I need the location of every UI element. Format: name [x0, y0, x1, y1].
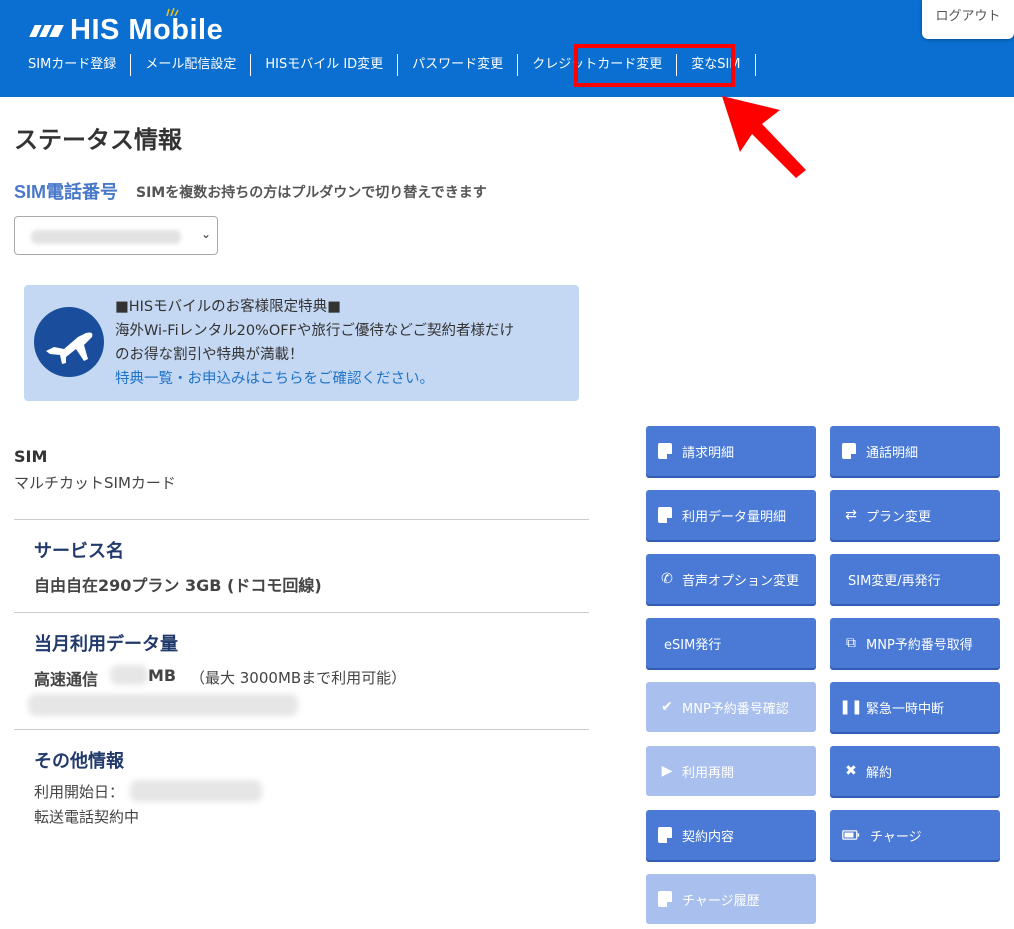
logout-button[interactable]: ログアウト — [922, 0, 1014, 39]
doc-icon — [658, 891, 672, 907]
nav-id-change[interactable]: HISモバイル ID変更 — [251, 54, 399, 76]
promo-banner: ■HISモバイルのお客様限定特典■ 海外Wi-Fiレンタル20%OFFや旅行ご優… — [24, 285, 579, 401]
mnp-number-confirm-button[interactable]: ✔ MNP予約番号確認 — [646, 682, 816, 732]
share-icon: ⧉ — [846, 635, 856, 651]
divider — [14, 729, 589, 730]
usage-unit: MB — [148, 666, 177, 685]
plan-change-button[interactable]: ⇄ プラン変更 — [830, 490, 1000, 540]
highlight-box — [574, 44, 735, 87]
sim-change-button[interactable]: SIM変更/再発行 — [830, 554, 1000, 604]
service-title: サービス名 — [34, 541, 124, 561]
phone-icon: ✆ — [661, 571, 673, 587]
sim-title: SIM — [14, 447, 48, 466]
emergency-suspend-button[interactable]: ❚❚ 緊急一時中断 — [830, 682, 1000, 732]
charge-button[interactable]: チャージ — [830, 810, 1000, 860]
sim-number-note: SIMを複数お持ちの方はプルダウンで切り替えできます — [136, 185, 487, 201]
header-bar: HIS Mobile SIMカード登録 メール配信設定 HISモバイル ID変更… — [0, 0, 1014, 97]
doc-icon — [842, 443, 856, 459]
red-arrow-annotation — [722, 96, 806, 178]
esim-issue-button[interactable]: eSIM発行 — [646, 618, 816, 668]
chevron-down-icon: ⌄ — [200, 227, 211, 241]
usage-title: 当月利用データ量 — [34, 634, 178, 654]
promo-line2: 海外Wi-Fiレンタル20%OFFや旅行ご優待などご契約者様だけ — [115, 323, 514, 339]
forwarding-status: 転送電話契約中 — [34, 808, 140, 826]
divider — [14, 612, 589, 613]
cancel-contract-button[interactable]: ✖ 解約 — [830, 746, 1000, 796]
doc-icon — [658, 507, 672, 523]
play-icon: ▶ — [661, 763, 673, 779]
service-value: 自由自在290プラン 3GB (ドコモ回線) — [34, 576, 322, 595]
promo-link[interactable]: 特典一覧・お申込みはこちらをご確認ください。 — [115, 367, 514, 391]
usage-label: 高速通信 — [34, 670, 99, 689]
redacted-number — [31, 230, 181, 244]
swap-icon: ⇄ — [845, 507, 857, 523]
page-title: ステータス情報 — [14, 127, 182, 154]
charge-history-button[interactable]: チャージ履歴 — [646, 874, 816, 924]
nav-sim-register[interactable]: SIMカード登録 — [14, 54, 132, 76]
pause-icon: ❚❚ — [839, 699, 863, 715]
divider — [14, 519, 589, 520]
data-usage-details-button[interactable]: 利用データ量明細 — [646, 490, 816, 540]
start-date-label: 利用開始日： — [34, 783, 125, 801]
promo-text: ■HISモバイルのお客様限定特典■ 海外Wi-Fiレンタル20%OFFや旅行ご優… — [115, 295, 514, 391]
redacted-usage — [110, 665, 148, 685]
contract-details-button[interactable]: 契約内容 — [646, 810, 816, 860]
logo-spark-icon — [166, 8, 179, 16]
voice-option-change-button[interactable]: ✆ 音声オプション変更 — [646, 554, 816, 604]
sim-type: マルチカットSIMカード — [14, 474, 176, 492]
logo-mark-icon — [29, 24, 64, 38]
usage-note: （最大 3000MBまで利用可能） — [190, 669, 407, 687]
check-icon: ✔ — [661, 699, 673, 715]
mnp-number-get-button[interactable]: ⧉ MNP予約番号取得 — [830, 618, 1000, 668]
x-icon: ✖ — [845, 763, 857, 779]
redacted-usage-detail — [28, 694, 298, 716]
doc-icon — [658, 443, 672, 459]
redacted-start-date — [130, 780, 262, 802]
promo-line1: ■HISモバイルのお客様限定特典■ — [115, 299, 341, 315]
sim-number-label: SIM電話番号 — [14, 182, 119, 202]
other-title: その他情報 — [34, 751, 124, 771]
call-details-button[interactable]: 通話明細 — [830, 426, 1000, 476]
airplane-icon — [34, 307, 104, 377]
battery-icon — [842, 826, 860, 844]
his-mobile-logo[interactable]: HIS Mobile — [29, 8, 223, 47]
billing-details-button[interactable]: 請求明細 — [646, 426, 816, 476]
nav-mail-settings[interactable]: メール配信設定 — [131, 54, 252, 76]
nav-password-change[interactable]: パスワード変更 — [398, 54, 519, 76]
resume-button[interactable]: ▶ 利用再開 — [646, 746, 816, 796]
doc-icon — [658, 827, 672, 843]
promo-line3: のお得な割引や特典が満載！ — [115, 347, 304, 363]
sim-number-select[interactable]: ⌄ — [14, 216, 218, 255]
